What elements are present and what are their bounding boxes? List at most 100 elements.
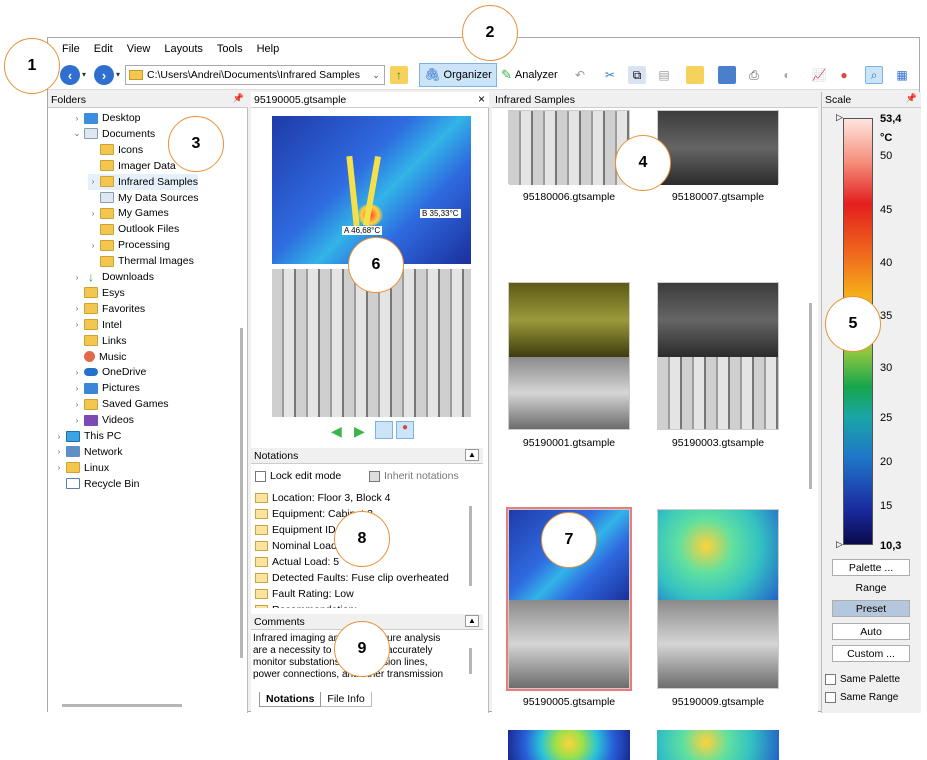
menu-file[interactable]: File [62, 43, 80, 55]
same-palette-checkbox[interactable]: Same Palette [825, 674, 900, 685]
path-combobox[interactable]: C:\Users\Andrei\Documents\Infrared Sampl… [125, 65, 385, 85]
chevron-down-icon[interactable]: ⌄ [368, 70, 384, 81]
palette-icon[interactable]: ● [835, 66, 853, 84]
organizer-button[interactable]: 🖇 Organizer [419, 63, 497, 87]
folder-item[interactable]: › Infrared Samples [88, 173, 198, 190]
folder-item[interactable]: › Processing [88, 237, 170, 253]
expand-icon[interactable]: › [72, 384, 82, 393]
image-view-icon[interactable] [375, 421, 393, 439]
folder-item[interactable]: ⌄ Documents [72, 126, 155, 142]
pin-icon[interactable]: 📌 [233, 93, 244, 104]
forward-dropdown-icon[interactable]: ▾ [116, 70, 120, 79]
folder-item[interactable]: › Saved Games [72, 396, 169, 412]
expand-icon[interactable]: › [88, 177, 98, 186]
folder-item[interactable]: › Desktop [72, 110, 141, 126]
folders-hscrollbar[interactable] [62, 704, 182, 707]
expand-icon[interactable]: › [72, 304, 82, 313]
folder-item[interactable]: Music [72, 349, 126, 365]
notation-item[interactable]: Recommendation: [255, 602, 465, 608]
thumbnail-item[interactable]: 95190009.gtsample [657, 509, 779, 708]
folder-item[interactable]: › Pictures [72, 380, 140, 396]
menu-tools[interactable]: Tools [217, 43, 243, 55]
print-icon[interactable]: ⎙ [745, 66, 763, 84]
folder-item[interactable]: Thermal Images [88, 253, 194, 269]
menu-edit[interactable]: Edit [94, 43, 113, 55]
expand-icon[interactable]: › [72, 368, 82, 377]
inherit-notations-checkbox[interactable]: Inherit notations [369, 470, 459, 482]
thumbnail-partial[interactable] [657, 730, 779, 760]
thumbnail-item[interactable]: 95190003.gtsample [657, 282, 779, 449]
thumbnail-item[interactable]: 95180007.gtsample [657, 110, 779, 203]
folders-scrollbar[interactable] [240, 328, 243, 658]
expand-icon[interactable]: ⌄ [72, 129, 82, 138]
next-icon[interactable]: ▶ [354, 423, 365, 440]
same-range-checkbox[interactable]: Same Range [825, 692, 898, 703]
folder-item[interactable]: Links [72, 333, 127, 349]
expand-icon[interactable]: › [54, 447, 64, 456]
expand-icon[interactable]: › [72, 400, 82, 409]
tab-notations[interactable]: Notations [259, 692, 322, 707]
folder-item[interactable]: › Videos [72, 412, 134, 428]
folder-up-icon[interactable]: ↑ [390, 66, 408, 84]
forward-icon[interactable]: › [94, 65, 114, 85]
open-folder-icon[interactable] [686, 66, 704, 84]
menu-help[interactable]: Help [257, 43, 280, 55]
min-handle-icon[interactable]: ▷ [836, 539, 843, 550]
previous-icon[interactable]: ◀ [331, 423, 342, 440]
folder-item[interactable]: Imager Data [88, 158, 176, 174]
undo-icon[interactable]: ↶ [571, 66, 589, 84]
close-icon[interactable]: × [478, 92, 485, 106]
expand-icon[interactable]: › [72, 114, 82, 123]
auto-button[interactable]: Auto [832, 623, 910, 640]
folder-item[interactable]: Icons [88, 142, 143, 158]
max-handle-icon[interactable]: ▷ [836, 112, 843, 123]
thumbnail-partial[interactable] [508, 730, 630, 760]
menu-view[interactable]: View [127, 43, 151, 55]
custom-button[interactable]: Custom ... [832, 645, 910, 662]
expand-icon[interactable]: › [88, 209, 98, 218]
folder-item[interactable]: › ↓ Downloads [72, 269, 154, 285]
folder-item[interactable]: › Network [54, 444, 123, 460]
thumbnail-item[interactable]: 95190001.gtsample [508, 282, 630, 449]
notation-item[interactable]: Location: Floor 3, Block 4 [255, 490, 465, 506]
shape-icon[interactable]: ◐ [778, 66, 796, 84]
paste-icon[interactable]: ▤ [655, 66, 673, 84]
folder-item[interactable]: › This PC [54, 428, 122, 444]
thermal-view-icon[interactable]: ● [396, 421, 414, 439]
copy-icon[interactable]: ⧉ [628, 66, 646, 84]
lock-edit-checkbox[interactable]: Lock edit mode [255, 470, 341, 482]
menu-layouts[interactable]: Layouts [164, 43, 203, 55]
folder-item[interactable]: Outlook Files [88, 221, 179, 237]
folder-item[interactable]: Recycle Bin [54, 476, 139, 492]
back-icon[interactable]: ‹ [60, 65, 80, 85]
folder-item[interactable]: › Intel [72, 317, 122, 333]
folder-item[interactable]: Esys [72, 285, 125, 301]
thumbnails-scrollbar[interactable] [809, 303, 812, 489]
thumbnail-item[interactable]: 95180006.gtsample [508, 110, 630, 203]
notations-scrollbar[interactable] [469, 506, 472, 586]
notation-item[interactable]: Fault Rating: Low [255, 586, 465, 602]
pin-icon[interactable]: 📌 [906, 93, 917, 104]
collapse-icon[interactable]: ▲ [465, 449, 479, 461]
expand-icon[interactable]: › [72, 320, 82, 329]
collapse-icon[interactable]: ▲ [465, 615, 479, 627]
folder-item[interactable]: › OneDrive [72, 364, 147, 380]
notation-item[interactable]: Detected Faults: Fuse clip overheated [255, 570, 465, 586]
expand-icon[interactable]: › [72, 416, 82, 425]
cut-icon[interactable]: ✂ [601, 66, 619, 84]
zoom-icon[interactable]: ⌕ [865, 66, 883, 84]
folder-item[interactable]: › Linux [54, 460, 109, 476]
expand-icon[interactable]: › [54, 432, 64, 441]
thumbnail-grid-icon[interactable]: ▦ [893, 66, 911, 84]
grid-report-icon[interactable] [718, 66, 736, 84]
expand-icon[interactable]: › [88, 241, 98, 250]
folder-item[interactable]: › Favorites [72, 301, 146, 317]
folder-item[interactable]: › My Games [88, 205, 169, 221]
tab-file-info[interactable]: File Info [321, 692, 372, 707]
folder-item[interactable]: My Data Sources [88, 190, 199, 206]
palette-button[interactable]: Palette ... [832, 559, 910, 576]
chart-icon[interactable]: 📈 [810, 66, 828, 84]
back-dropdown-icon[interactable]: ▾ [82, 70, 86, 79]
expand-icon[interactable]: › [54, 463, 64, 472]
analyzer-button[interactable]: ✎ Analyzer [496, 63, 563, 87]
